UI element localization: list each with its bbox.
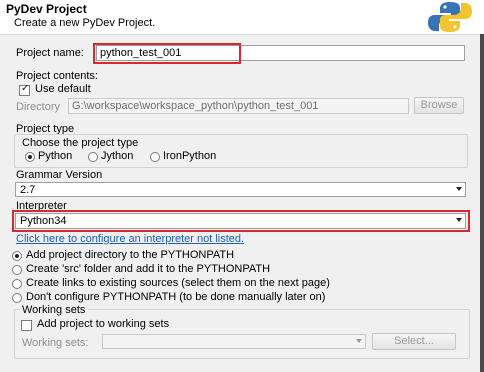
grammar-version-value: 2.7 [20, 184, 36, 196]
python-logo-icon [428, 2, 472, 32]
pythonpath-add-project-label: Add project directory to the PYTHONPATH [26, 249, 235, 261]
wizard-header: PyDev Project Create a new PyDev Project… [0, 0, 484, 35]
pythonpath-add-project-radio[interactable] [12, 251, 22, 261]
project-type-jython-label: Jython [101, 150, 134, 162]
use-default-checkbox[interactable]: ✓ [19, 83, 30, 96]
pythonpath-create-src-radio[interactable] [12, 265, 22, 275]
add-to-working-sets-checkbox[interactable] [21, 320, 32, 331]
grammar-version-label: Grammar Version [16, 169, 103, 181]
pythonpath-create-links-label: Create links to existing sources (select… [26, 277, 330, 289]
project-contents-label: Project contents: [16, 70, 98, 82]
project-type-jython-radio[interactable] [88, 152, 98, 162]
directory-input[interactable]: G:\workspace\workspace_python\python_tes… [68, 98, 409, 114]
working-sets-label: Working sets [20, 304, 88, 316]
wizard-subtitle: Create a new PyDev Project. [14, 17, 156, 29]
interpreter-highlight [12, 210, 470, 232]
browse-button[interactable]: Browse [414, 97, 464, 114]
choose-project-type-label: Choose the project type [22, 137, 139, 149]
wizard-title: PyDev Project [6, 2, 87, 16]
project-name-highlight [93, 43, 241, 64]
project-type-ironpython-radio[interactable] [150, 152, 160, 162]
project-type-ironpython-label: IronPython [163, 150, 217, 162]
wizard-body: Project name: python_test_001 Project co… [0, 34, 484, 372]
pythonpath-create-links-radio[interactable] [12, 279, 22, 289]
use-default-label: Use default [35, 83, 91, 95]
project-type-python-radio[interactable] [25, 152, 35, 162]
project-name-label: Project name: [16, 47, 84, 59]
chevron-down-icon [356, 339, 362, 343]
pythonpath-dont-configure-label: Don't configure PYTHONPATH (to be done m… [26, 291, 326, 303]
grammar-version-select[interactable]: 2.7 [15, 182, 466, 197]
pythonpath-create-src-label: Create 'src' folder and add it to the PY… [26, 263, 271, 275]
add-to-working-sets-label: Add project to working sets [37, 318, 170, 330]
working-sets-select[interactable] [102, 334, 366, 349]
directory-label: Directory [16, 101, 61, 113]
configure-interpreter-link[interactable]: Click here to configure an interpreter n… [16, 233, 244, 245]
select-working-sets-button[interactable]: Select... [372, 333, 456, 350]
project-type-python-label: Python [38, 150, 73, 162]
working-sets-select-label: Working sets: [22, 337, 89, 349]
pythonpath-dont-configure-radio[interactable] [12, 293, 22, 303]
chevron-down-icon [456, 187, 462, 191]
